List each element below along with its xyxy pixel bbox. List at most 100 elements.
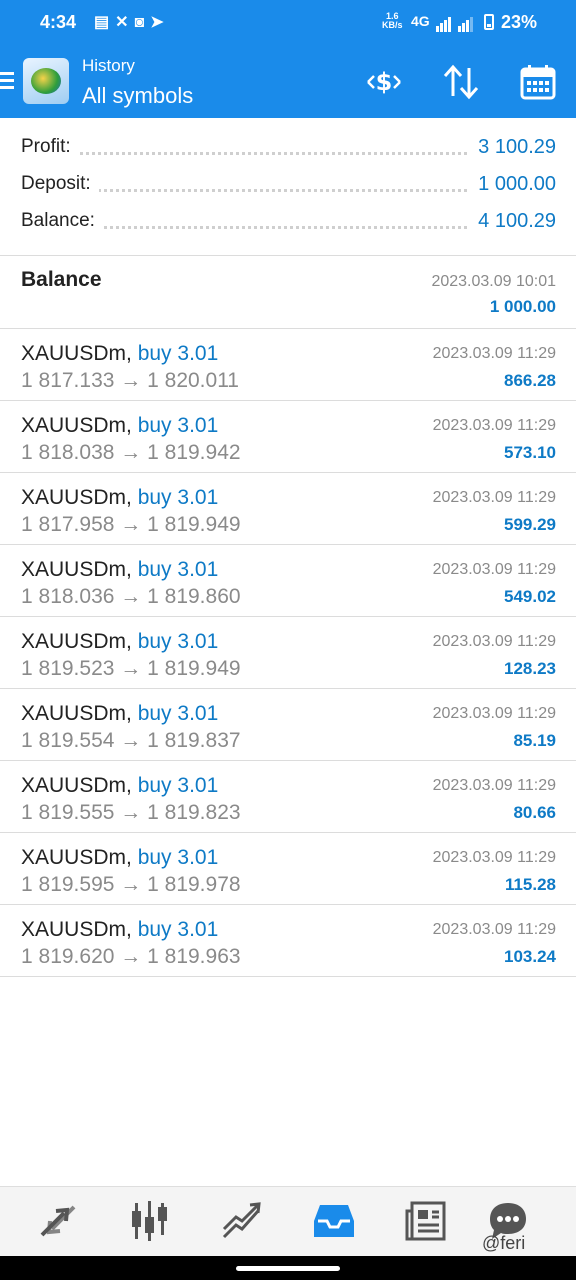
close-price: 1 819.949 bbox=[147, 657, 241, 680]
open-price: 1 819.555 bbox=[21, 801, 115, 824]
open-price: 1 817.958 bbox=[21, 513, 115, 536]
trade-icon[interactable] bbox=[218, 1199, 266, 1243]
news-icon[interactable] bbox=[402, 1199, 450, 1243]
home-indicator[interactable] bbox=[236, 1266, 340, 1271]
balance-entry-date: 2023.03.09 10:01 bbox=[431, 273, 556, 290]
trade-row[interactable]: XAUUSDm, buy 3.01 1 818.036 → 1 819.860 … bbox=[0, 545, 576, 617]
symbol-name: XAUUSDm, bbox=[21, 342, 132, 365]
deposit-label: Deposit: bbox=[21, 173, 99, 195]
trade-prices: 1 819.523 → 1 819.949 bbox=[21, 657, 241, 681]
symbol-name: XAUUSDm, bbox=[21, 630, 132, 653]
arrow-icon: → bbox=[120, 513, 142, 536]
net-speed-unit: KB/s bbox=[382, 20, 403, 30]
open-price: 1 819.620 bbox=[21, 945, 115, 968]
calendar-icon[interactable] bbox=[518, 62, 558, 102]
trade-row[interactable]: XAUUSDm, buy 3.01 1 817.958 → 1 819.949 … bbox=[0, 473, 576, 545]
trade-symbol: XAUUSDm, buy 3.01 bbox=[21, 414, 218, 438]
trade-prices: 1 818.038 → 1 819.942 bbox=[21, 441, 241, 465]
symbol-selector[interactable]: All symbols bbox=[82, 83, 193, 109]
trade-prices: 1 819.620 → 1 819.963 bbox=[21, 945, 241, 969]
missed-call-icon: ✕ bbox=[115, 14, 135, 31]
trade-date: 2023.03.09 11:29 bbox=[432, 777, 556, 794]
quotes-icon[interactable] bbox=[34, 1199, 82, 1243]
sort-icon[interactable] bbox=[441, 62, 481, 102]
deposit-row: Deposit: 1 000.00 bbox=[21, 173, 556, 207]
menu-icon[interactable] bbox=[0, 72, 14, 90]
trade-date: 2023.03.09 11:29 bbox=[432, 849, 556, 866]
balance-value: 4 100.29 bbox=[470, 210, 556, 233]
history-icon[interactable] bbox=[310, 1199, 358, 1243]
profit-label: Profit: bbox=[21, 136, 79, 158]
trade-profit: 115.28 bbox=[504, 875, 556, 894]
balance-entry-title: Balance bbox=[21, 268, 102, 291]
symbol-name: XAUUSDm, bbox=[21, 702, 132, 725]
open-price: 1 819.554 bbox=[21, 729, 115, 752]
trade-date: 2023.03.09 11:29 bbox=[432, 561, 556, 578]
open-price: 1 818.036 bbox=[21, 585, 115, 608]
notification-icons: ▤✕◙➤ bbox=[94, 12, 170, 32]
battery-icon bbox=[484, 14, 494, 30]
status-time: 4:34 bbox=[40, 12, 77, 32]
symbol-name: XAUUSDm, bbox=[21, 846, 132, 869]
trade-date: 2023.03.09 11:29 bbox=[432, 921, 556, 938]
trade-prices: 1 819.555 → 1 819.823 bbox=[21, 801, 241, 825]
close-price: 1 819.963 bbox=[147, 945, 241, 968]
trade-symbol: XAUUSDm, buy 3.01 bbox=[21, 630, 218, 654]
trade-prices: 1 819.595 → 1 819.978 bbox=[21, 873, 241, 897]
trade-symbol: XAUUSDm, buy 3.01 bbox=[21, 342, 218, 366]
trade-date: 2023.03.09 11:29 bbox=[432, 705, 556, 722]
trade-row[interactable]: XAUUSDm, buy 3.01 1 819.554 → 1 819.837 … bbox=[0, 689, 576, 761]
open-price: 1 818.038 bbox=[21, 441, 115, 464]
net-speed: 1.6 KB/s bbox=[382, 12, 403, 30]
symbol-name: XAUUSDm, bbox=[21, 486, 132, 509]
close-price: 1 819.978 bbox=[147, 873, 241, 896]
trade-date: 2023.03.09 11:29 bbox=[432, 489, 556, 506]
trade-row[interactable]: XAUUSDm, buy 3.01 1 819.555 → 1 819.823 … bbox=[0, 761, 576, 833]
trade-profit: 573.10 bbox=[504, 443, 556, 462]
trade-profit: 128.23 bbox=[504, 659, 556, 678]
open-price: 1 819.595 bbox=[21, 873, 115, 896]
arrow-icon: → bbox=[120, 945, 142, 968]
trade-profit: 80.66 bbox=[513, 803, 556, 822]
balance-entry-amount: 1 000.00 bbox=[489, 297, 556, 316]
close-price: 1 819.837 bbox=[147, 729, 241, 752]
open-price: 1 817.133 bbox=[21, 369, 115, 392]
trade-row[interactable]: XAUUSDm, buy 3.01 1 817.133 → 1 820.011 … bbox=[0, 329, 576, 401]
close-price: 1 819.949 bbox=[147, 513, 241, 536]
symbol-name: XAUUSDm, bbox=[21, 774, 132, 797]
chart-icon[interactable] bbox=[126, 1199, 174, 1243]
close-price: 1 820.011 bbox=[147, 369, 239, 392]
app-icon: ◙ bbox=[134, 14, 151, 31]
message-icon: ▤ bbox=[94, 14, 116, 31]
trade-type: buy 3.01 bbox=[137, 486, 219, 509]
currency-filter-icon[interactable]: $ bbox=[364, 62, 404, 102]
deposit-value: 1 000.00 bbox=[470, 173, 556, 196]
profit-row: Profit: 3 100.29 bbox=[21, 136, 556, 170]
arrow-icon: → bbox=[120, 441, 142, 464]
trade-profit: 549.02 bbox=[504, 587, 556, 606]
trade-type: buy 3.01 bbox=[137, 414, 219, 437]
summary-panel: Profit: 3 100.29 Deposit: 1 000.00 Balan… bbox=[0, 118, 576, 256]
trade-row[interactable]: XAUUSDm, buy 3.01 1 819.620 → 1 819.963 … bbox=[0, 905, 576, 977]
trade-row[interactable]: XAUUSDm, buy 3.01 1 819.523 → 1 819.949 … bbox=[0, 617, 576, 689]
close-price: 1 819.860 bbox=[147, 585, 241, 608]
trade-row[interactable]: XAUUSDm, buy 3.01 1 819.595 → 1 819.978 … bbox=[0, 833, 576, 905]
app-bar: History All symbols $ bbox=[0, 46, 576, 118]
trade-symbol: XAUUSDm, buy 3.01 bbox=[21, 702, 218, 726]
trade-row[interactable]: XAUUSDm, buy 3.01 1 818.038 → 1 819.942 … bbox=[0, 401, 576, 473]
arrow-icon: → bbox=[120, 657, 142, 680]
trade-type: buy 3.01 bbox=[137, 846, 219, 869]
trade-profit: 866.28 bbox=[504, 371, 556, 390]
balance-entry[interactable]: Balance 2023.03.09 10:01 1 000.00 bbox=[0, 255, 576, 329]
trade-type: buy 3.01 bbox=[137, 558, 219, 581]
trade-type: buy 3.01 bbox=[137, 918, 219, 941]
open-price: 1 819.523 bbox=[21, 657, 115, 680]
close-price: 1 819.942 bbox=[147, 441, 241, 464]
balance-label: Balance: bbox=[21, 210, 103, 232]
symbol-name: XAUUSDm, bbox=[21, 414, 132, 437]
arrow-icon: → bbox=[120, 585, 142, 608]
trade-prices: 1 819.554 → 1 819.837 bbox=[21, 729, 241, 753]
app-logo[interactable] bbox=[23, 58, 69, 104]
symbol-name: XAUUSDm, bbox=[21, 918, 132, 941]
trade-symbol: XAUUSDm, buy 3.01 bbox=[21, 846, 218, 870]
